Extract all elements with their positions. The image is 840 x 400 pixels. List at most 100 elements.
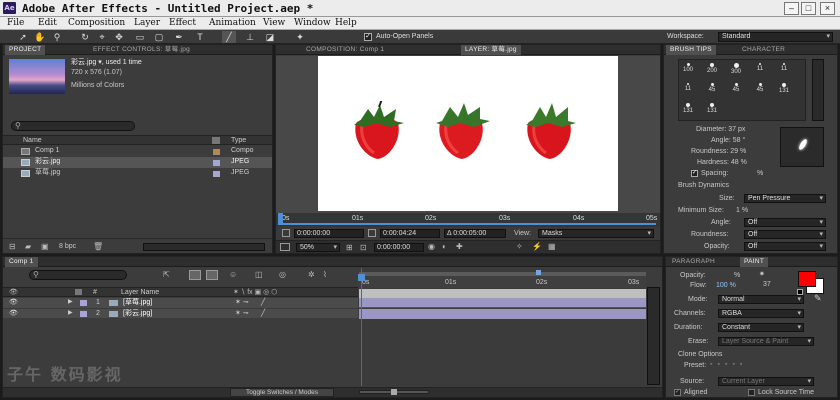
new-folder-icon[interactable]: ▰	[25, 242, 31, 251]
quality-switch-icon[interactable]: ╱	[261, 309, 265, 317]
timeline-vertical-scrollbar[interactable]	[647, 287, 660, 385]
timeline-search-input[interactable]: ⚲	[29, 270, 127, 280]
live-update-icon[interactable]	[189, 270, 201, 280]
diameter-value[interactable]: Diameter: 37 px	[696, 125, 745, 134]
workspace-dropdown[interactable]: Standard	[718, 32, 833, 42]
angle-value[interactable]: Angle: 58 °	[711, 136, 745, 145]
rectangle-mask-icon[interactable]: ▢	[152, 31, 166, 43]
brush-tip[interactable]: 131	[777, 82, 791, 96]
draft-3d-icon[interactable]	[206, 270, 218, 280]
eraser-tool-icon[interactable]: ◪	[263, 31, 277, 43]
bit-depth-button[interactable]: 8 bpc	[59, 242, 76, 251]
menu-file[interactable]: File	[7, 17, 24, 29]
motion-blur-icon[interactable]: ◎	[279, 270, 286, 279]
set-in-point-icon[interactable]	[282, 229, 290, 237]
brush-tip[interactable]: 100	[681, 62, 695, 76]
foreground-color-swatch[interactable]	[798, 271, 816, 287]
zoom-slider-thumb[interactable]	[391, 389, 397, 395]
tab-brush-tips[interactable]: BRUSH TIPS	[666, 45, 716, 55]
pan-behind-tool-icon[interactable]: ✥	[112, 31, 126, 43]
camera-tool-icon[interactable]: ⌖	[95, 31, 109, 43]
expand-arrow-icon[interactable]: ▶	[68, 298, 73, 305]
pen-tool-icon[interactable]: ✒	[172, 31, 186, 43]
source-dropdown[interactable]: Current Layer	[718, 377, 814, 386]
channels-dropdown[interactable]: RGBA	[718, 309, 804, 318]
viewer-canvas[interactable]	[276, 56, 660, 213]
show-snapshot-icon[interactable]: ◐	[442, 242, 447, 251]
col-name[interactable]: Name	[23, 136, 42, 145]
current-time-indicator[interactable]	[278, 213, 283, 225]
brush-tip[interactable]: 11	[681, 82, 695, 96]
puppet-pin-tool-icon[interactable]: ✦	[293, 31, 307, 43]
brush-tip[interactable]: 45	[705, 82, 719, 96]
comp-mini-flowchart-icon[interactable]: ⇱	[163, 270, 170, 279]
layer-row[interactable]: 👁 ▶ 2 [彩云.jpg] ✶ ⊸ ╱	[3, 308, 358, 318]
erase-dropdown[interactable]: Layer Source & Paint	[718, 337, 814, 346]
tab-paragraph[interactable]: PARAGRAPH	[668, 257, 719, 267]
magnification-dropdown[interactable]: 50%	[296, 243, 340, 252]
layer-duration-bar[interactable]	[359, 298, 646, 308]
clone-stamp-tool-icon[interactable]: ⊥	[243, 31, 257, 43]
roundness-dyn-dropdown[interactable]: Off	[744, 230, 826, 239]
type-tool-icon[interactable]: T	[193, 31, 207, 43]
rectangle-tool-icon[interactable]: ▭	[133, 31, 147, 43]
flow-value[interactable]: 100 %	[716, 281, 736, 290]
menu-view[interactable]: View	[263, 17, 285, 29]
zoom-tool-icon[interactable]: ⚲	[50, 31, 64, 43]
visibility-icon[interactable]: 👁	[9, 298, 18, 306]
menu-composition[interactable]: Composition	[68, 17, 125, 29]
region-icon[interactable]: ⊡	[360, 243, 367, 252]
close-button[interactable]: ×	[820, 2, 835, 15]
brush-tip[interactable]: 11	[777, 62, 791, 76]
hardness-value[interactable]: Hardness: 48 %	[697, 158, 747, 167]
brush-tip[interactable]: 131	[681, 102, 695, 116]
tab-paint[interactable]: PAINT	[740, 257, 769, 267]
menu-window[interactable]: Window	[294, 17, 331, 29]
lock-source-time-checkbox[interactable]	[748, 389, 755, 396]
menu-edit[interactable]: Edit	[38, 17, 57, 29]
project-search-input[interactable]: ⚲	[11, 121, 135, 131]
show-channel-icon[interactable]: ✚	[456, 242, 463, 251]
trash-icon[interactable]: 🗑	[93, 242, 103, 251]
brush-size-value[interactable]: 37	[763, 280, 771, 289]
menu-animation[interactable]: Animation	[209, 17, 256, 29]
minimum-size-value[interactable]: 1 %	[736, 206, 748, 215]
brush-tip[interactable]: 45	[753, 82, 767, 96]
brush-tip[interactable]: 11	[753, 62, 767, 76]
current-time-indicator-head[interactable]	[358, 274, 365, 281]
tab-composition[interactable]: COMPOSITION: Comp 1	[302, 45, 388, 55]
angle-dyn-dropdown[interactable]: Off	[744, 218, 826, 227]
menu-layer[interactable]: Layer	[134, 17, 160, 29]
current-time-field[interactable]: 0:00:00:00	[294, 229, 364, 238]
view-dropdown[interactable]: Masks	[538, 229, 654, 238]
brush-tool-icon[interactable]: ╱	[222, 31, 236, 43]
brush-tip[interactable]: 200	[705, 62, 719, 76]
brush-tip-scrollbar[interactable]	[812, 59, 824, 121]
opacity-dyn-dropdown[interactable]: Off	[744, 242, 826, 251]
menu-effect[interactable]: Effect	[169, 17, 196, 29]
collapse-switch-icon[interactable]: ✶ ⊸	[235, 298, 249, 306]
visibility-icon[interactable]: 👁	[9, 309, 18, 317]
menu-help[interactable]: Help	[335, 17, 357, 29]
current-time-indicator[interactable]	[361, 268, 362, 386]
layer-duration-bar[interactable]	[359, 309, 646, 319]
hand-tool-icon[interactable]: ✋	[33, 31, 47, 43]
quality-switch-icon[interactable]: ╱	[261, 298, 265, 306]
size-dropdown[interactable]: Pen Pressure	[744, 194, 826, 203]
expand-arrow-icon[interactable]: ▶	[68, 309, 73, 316]
always-preview-icon[interactable]	[280, 243, 290, 251]
col-layer-name[interactable]: Layer Name	[121, 288, 159, 297]
layer-row[interactable]: 👁 ▶ 1 [草莓.jpg] ✶ ⊸ ╱	[3, 298, 358, 308]
maximize-button[interactable]: □	[801, 2, 816, 15]
brush-tip[interactable]: 300	[729, 62, 743, 76]
aligned-checkbox[interactable]: ✓	[674, 389, 681, 396]
mode-dropdown[interactable]: Normal	[718, 295, 804, 304]
clone-preset-icons[interactable]: ▪▪▪▪▪	[710, 361, 780, 370]
toggle-switches-modes-button[interactable]: Toggle Switches / Modes	[230, 388, 334, 397]
tab-effect-controls[interactable]: EFFECT CONTROLS: 草莓.jpg	[89, 45, 194, 55]
project-item-row[interactable]: Comp 1 Compo	[3, 146, 272, 157]
out-time-field[interactable]: 0:00:04:24	[380, 229, 440, 238]
project-item-row[interactable]: 彩云.jpg JPEG	[3, 157, 272, 168]
time-ruler[interactable]: 0s 01s 02s 03s	[359, 276, 646, 288]
spacing-checkbox[interactable]: ✓	[691, 170, 698, 177]
